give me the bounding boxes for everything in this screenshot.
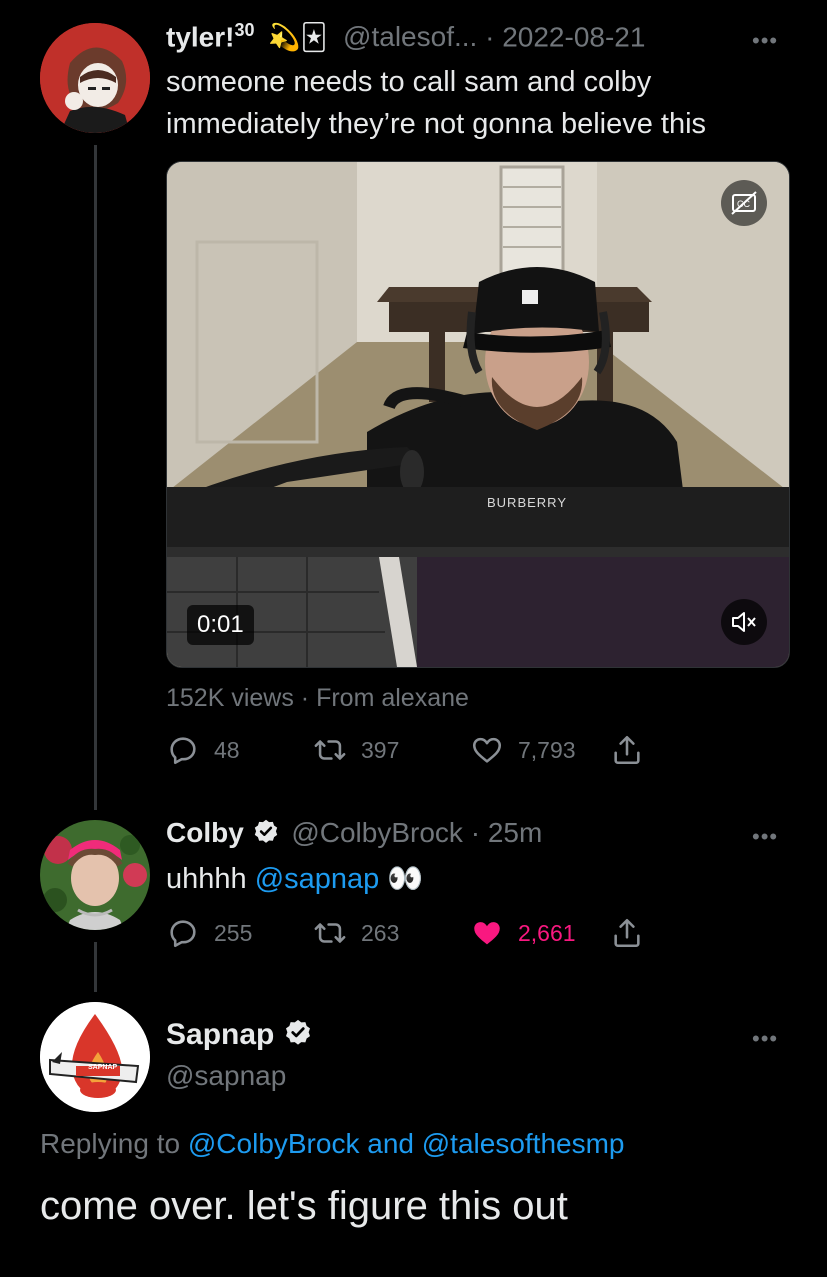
- reply-count: 255: [214, 919, 253, 946]
- replying-prefix: Replying to: [40, 1128, 188, 1159]
- display-name[interactable]: Colby: [166, 817, 244, 848]
- like-icon: [472, 737, 502, 763]
- share-button[interactable]: [610, 916, 644, 950]
- retweet-icon: [314, 923, 346, 943]
- more-options-button-2[interactable]: •••: [752, 826, 778, 848]
- retweet-icon: [314, 740, 346, 760]
- shirt-text: BURBERRY: [487, 495, 568, 510]
- name-superscript: 30: [234, 20, 255, 40]
- display-name-row: Sapnap: [166, 1018, 313, 1052]
- video-timestamp: 0:01: [187, 605, 254, 645]
- reply-count: 48: [214, 736, 240, 763]
- more-options-button-1[interactable]: •••: [752, 30, 778, 52]
- display-name[interactable]: tyler!: [166, 21, 234, 52]
- tweet-date[interactable]: 2022-08-21: [502, 21, 645, 52]
- reply-to-tales-link[interactable]: @talesofthesmp: [422, 1128, 625, 1159]
- tweet-text: uhhhh @sapnap 👀: [166, 858, 423, 900]
- eyes-emoji: 👀: [387, 863, 424, 895]
- reply-button[interactable]: 255: [166, 916, 313, 950]
- tweet-header: tyler!30 💫🃏 @talesof... · 2022-08-21: [166, 20, 645, 53]
- retweet-count: 263: [361, 919, 400, 946]
- like-count: 2,661: [518, 919, 576, 946]
- handle[interactable]: @ColbyBrock: [291, 817, 463, 848]
- mute-button[interactable]: [721, 599, 767, 645]
- more-options-button-3[interactable]: •••: [752, 1028, 778, 1050]
- share-icon: [614, 735, 640, 765]
- like-button[interactable]: 7,793: [470, 733, 610, 767]
- tweet-text-prefix: uhhhh: [166, 863, 255, 895]
- handle[interactable]: @talesof...: [343, 21, 477, 52]
- separator: ·: [462, 817, 488, 848]
- reply-and: and: [359, 1128, 422, 1159]
- mention-link[interactable]: @sapnap: [255, 863, 380, 895]
- video-source[interactable]: · From alexane: [294, 684, 469, 712]
- retweet-button[interactable]: 263: [313, 916, 470, 950]
- thread-line-1: [94, 145, 97, 810]
- avatar-colby[interactable]: [40, 820, 150, 930]
- captions-button[interactable]: CC: [721, 180, 767, 226]
- reply-icon: [170, 737, 196, 765]
- logo-text: SAPNAP: [88, 1064, 118, 1071]
- share-icon: [614, 918, 640, 948]
- like-count: 7,793: [518, 736, 576, 763]
- share-button[interactable]: [610, 733, 644, 767]
- reply-button[interactable]: 48: [166, 733, 313, 767]
- tweet-actions-2: 255 263 2,661: [166, 916, 644, 950]
- display-name[interactable]: Sapnap: [166, 1018, 274, 1051]
- video-meta: 152K views · From alexane: [166, 684, 469, 713]
- thread-line-2: [94, 942, 97, 992]
- verified-icon: [285, 1019, 310, 1045]
- verified-icon: [254, 819, 277, 843]
- captions-icon: CC: [731, 191, 757, 215]
- avatar-tyler[interactable]: [40, 23, 150, 133]
- reply-icon: [170, 920, 196, 948]
- like-icon: [474, 922, 500, 945]
- mute-icon: [732, 612, 756, 632]
- view-count: 152K views: [166, 684, 294, 712]
- like-button[interactable]: 2,661: [470, 916, 610, 950]
- tweet-actions-1: 48 397 7,793: [166, 733, 644, 767]
- name-emoji: 💫🃏: [268, 22, 328, 53]
- video-player[interactable]: BURBERRY CC 0:01: [166, 161, 790, 668]
- tweet-text: come over. let's figure this out: [40, 1184, 568, 1228]
- separator: ·: [477, 21, 503, 53]
- tweet-time[interactable]: 25m: [488, 817, 542, 848]
- avatar-sapnap[interactable]: SAPNAP: [40, 1002, 150, 1112]
- tweet-text: someone needs to call sam and colby imme…: [166, 66, 707, 140]
- retweet-count: 397: [361, 736, 400, 763]
- tweet-header: Colby @ColbyBrock · 25m: [166, 817, 542, 849]
- handle[interactable]: @sapnap: [166, 1060, 286, 1092]
- retweet-button[interactable]: 397: [313, 733, 470, 767]
- video-frame: [167, 162, 789, 667]
- replying-to: Replying to @ColbyBrock and @talesofthes…: [40, 1128, 625, 1160]
- reply-to-colby-link[interactable]: @ColbyBrock: [188, 1128, 360, 1159]
